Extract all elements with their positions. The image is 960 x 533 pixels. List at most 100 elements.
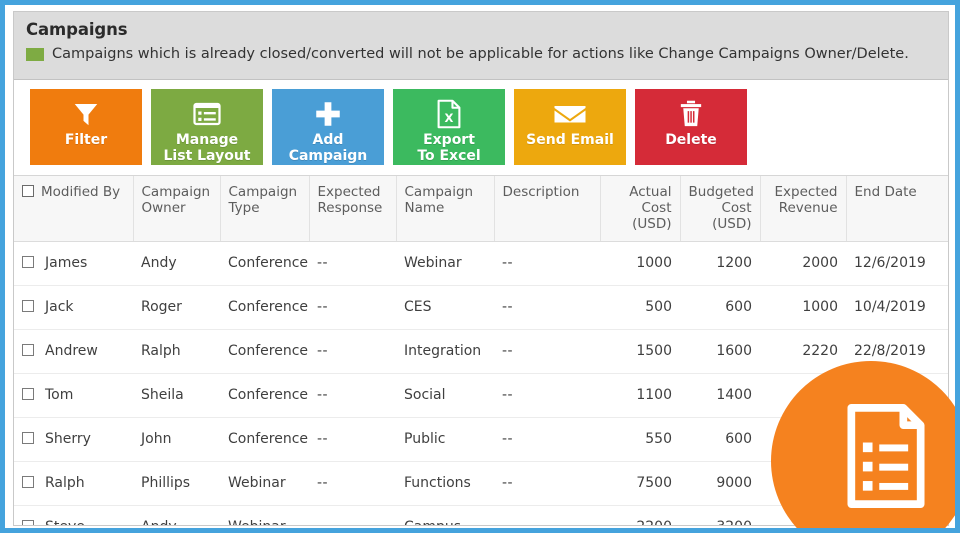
cell-modified-by: James [14, 241, 133, 286]
cell-campaign-owner: Roger [133, 285, 220, 330]
cell-campaign-type: Conference [220, 329, 309, 374]
funnel-icon [71, 97, 101, 131]
cell-expected-response: -- [309, 373, 396, 418]
cell-modified-by: Ralph [14, 461, 133, 506]
column-header-actual-cost[interactable]: Actual Cost (USD) [600, 176, 681, 242]
cell-expected-revenue: 2000 [760, 241, 846, 286]
column-header-expected-revenue[interactable]: Expected Revenue [760, 176, 847, 242]
campaigns-table: Modified By Campaign Owner Campaign Type… [14, 176, 948, 525]
app-window: Campaigns Campaigns which is already clo… [0, 0, 960, 533]
cell-modified-by-label: Steve [45, 519, 85, 525]
column-header-expected-response[interactable]: Expected Response [309, 176, 397, 242]
column-header-modified-by[interactable]: Modified By [14, 176, 134, 242]
cell-campaign-type: Conference [220, 285, 309, 330]
row-select-checkbox[interactable] [22, 344, 34, 356]
row-select-checkbox[interactable] [22, 432, 34, 444]
column-header-end-date[interactable]: End Date [846, 176, 948, 242]
cell-description: -- [494, 417, 600, 462]
cell-modified-by-label: Tom [45, 387, 74, 403]
cell-end-date: 12/6/2019 [846, 241, 948, 286]
cell-actual-cost: 500 [600, 285, 680, 330]
filter-button[interactable]: Filter [30, 89, 142, 165]
cell-campaign-owner: Andy [133, 241, 220, 286]
table-row[interactable]: Jack Roger Conference -- CES -- 500 600 1000 10/4… [14, 285, 948, 330]
cell-budgeted-cost: 1400 [680, 373, 760, 418]
delete-button[interactable]: Delete [635, 89, 747, 165]
row-select-checkbox[interactable] [22, 388, 34, 400]
cell-expected-revenue: 2220 [760, 329, 846, 374]
cell-campaign-type: Conference [220, 417, 309, 462]
table-row[interactable]: Tom Sheila Conference -- Social -- 1100 1400 23 [14, 373, 948, 418]
manage-list-layout-button-label: Manage List Layout [163, 132, 251, 164]
table-row[interactable]: SteveAndyWebinar--Campus--22003200 [14, 505, 948, 525]
cell-actual-cost: 2200 [600, 505, 680, 525]
panel-header: Campaigns Campaigns which is already clo… [14, 12, 948, 80]
cell-campaign-type: Webinar [220, 505, 309, 525]
table-row[interactable]: James Andy Conference -- Webinar -- 1000 1200 20… [14, 241, 948, 286]
add-campaign-button-label: Add Campaign [288, 132, 368, 164]
table-row[interactable]: Andrew Ralph Conference -- Integration -- 1500… [14, 329, 948, 374]
cell-campaign-name: CES [396, 285, 494, 330]
cell-campaign-name: Campus [396, 505, 494, 525]
select-all-checkbox[interactable] [22, 185, 34, 197]
cell-expected-response: -- [309, 329, 396, 374]
cell-end-date [846, 417, 948, 462]
cell-expected-revenue [760, 417, 846, 462]
table-row[interactable]: Sherry John Conference -- Public -- 550 600 [14, 417, 948, 462]
cell-description: -- [494, 285, 600, 330]
cell-expected-response: -- [309, 461, 396, 506]
column-header-campaign-owner[interactable]: Campaign Owner [133, 176, 221, 242]
cell-actual-cost: 1000 [600, 241, 680, 286]
campaigns-table-body: James Andy Conference -- Webinar -- 1000 1200 20… [14, 241, 948, 525]
trash-icon [678, 97, 704, 131]
cell-description: -- [494, 505, 600, 525]
cell-expected-response: -- [309, 417, 396, 462]
cell-campaign-owner: Ralph [133, 329, 220, 374]
cell-modified-by: Andrew [14, 329, 133, 374]
send-email-button[interactable]: Send Email [514, 89, 626, 165]
cell-campaign-owner: John [133, 417, 220, 462]
add-campaign-button[interactable]: Add Campaign [272, 89, 384, 165]
delete-button-label: Delete [665, 132, 717, 148]
cell-campaign-owner: Andy [133, 505, 220, 525]
cell-campaign-name: Social [396, 373, 494, 418]
campaigns-panel: Campaigns Campaigns which is already clo… [13, 11, 949, 526]
cell-description: -- [494, 329, 600, 374]
cell-campaign-name: Functions [396, 461, 494, 506]
panel-note: Campaigns which is already closed/conver… [26, 46, 936, 63]
cell-expected-response: -- [309, 285, 396, 330]
column-header-campaign-type[interactable]: Campaign Type [220, 176, 310, 242]
row-select-checkbox[interactable] [22, 300, 34, 312]
cell-campaign-type: Conference [220, 373, 309, 418]
cell-campaign-type: Conference [220, 241, 309, 286]
manage-list-layout-button[interactable]: Manage List Layout [151, 89, 263, 165]
svg-text:X: X [445, 111, 454, 125]
cell-campaign-name: Webinar [396, 241, 494, 286]
cell-budgeted-cost: 600 [680, 285, 760, 330]
row-select-checkbox[interactable] [22, 476, 34, 488]
cell-actual-cost: 7500 [600, 461, 680, 506]
filter-button-label: Filter [64, 132, 108, 148]
column-header-campaign-name[interactable]: Campaign Name [396, 176, 495, 242]
cell-modified-by: Tom [14, 373, 133, 418]
cell-expected-revenue [760, 505, 846, 525]
export-to-excel-button-label: Export To Excel [417, 132, 481, 164]
row-select-checkbox[interactable] [22, 256, 34, 268]
row-select-checkbox[interactable] [22, 520, 34, 525]
table-row[interactable]: Ralph Phillips Webinar -- Functions -- 7500 900… [14, 461, 948, 506]
cell-actual-cost: 550 [600, 417, 680, 462]
campaigns-table-container[interactable]: Modified By Campaign Owner Campaign Type… [14, 176, 948, 525]
closed-status-swatch-icon [26, 48, 44, 61]
cell-modified-by: Steve [14, 505, 133, 525]
cell-budgeted-cost: 3200 [680, 505, 760, 525]
column-header-description[interactable]: Description [494, 176, 601, 242]
cell-end-date [846, 461, 948, 506]
cell-end-date [846, 505, 948, 525]
panel-note-text: Campaigns which is already closed/conver… [52, 46, 909, 62]
plus-icon [313, 97, 343, 131]
cell-end-date [846, 373, 948, 418]
cell-budgeted-cost: 1600 [680, 329, 760, 374]
cell-expected-revenue [760, 461, 846, 506]
column-header-budgeted-cost[interactable]: Budgeted Cost (USD) [680, 176, 761, 242]
export-to-excel-button[interactable]: X Export To Excel [393, 89, 505, 165]
